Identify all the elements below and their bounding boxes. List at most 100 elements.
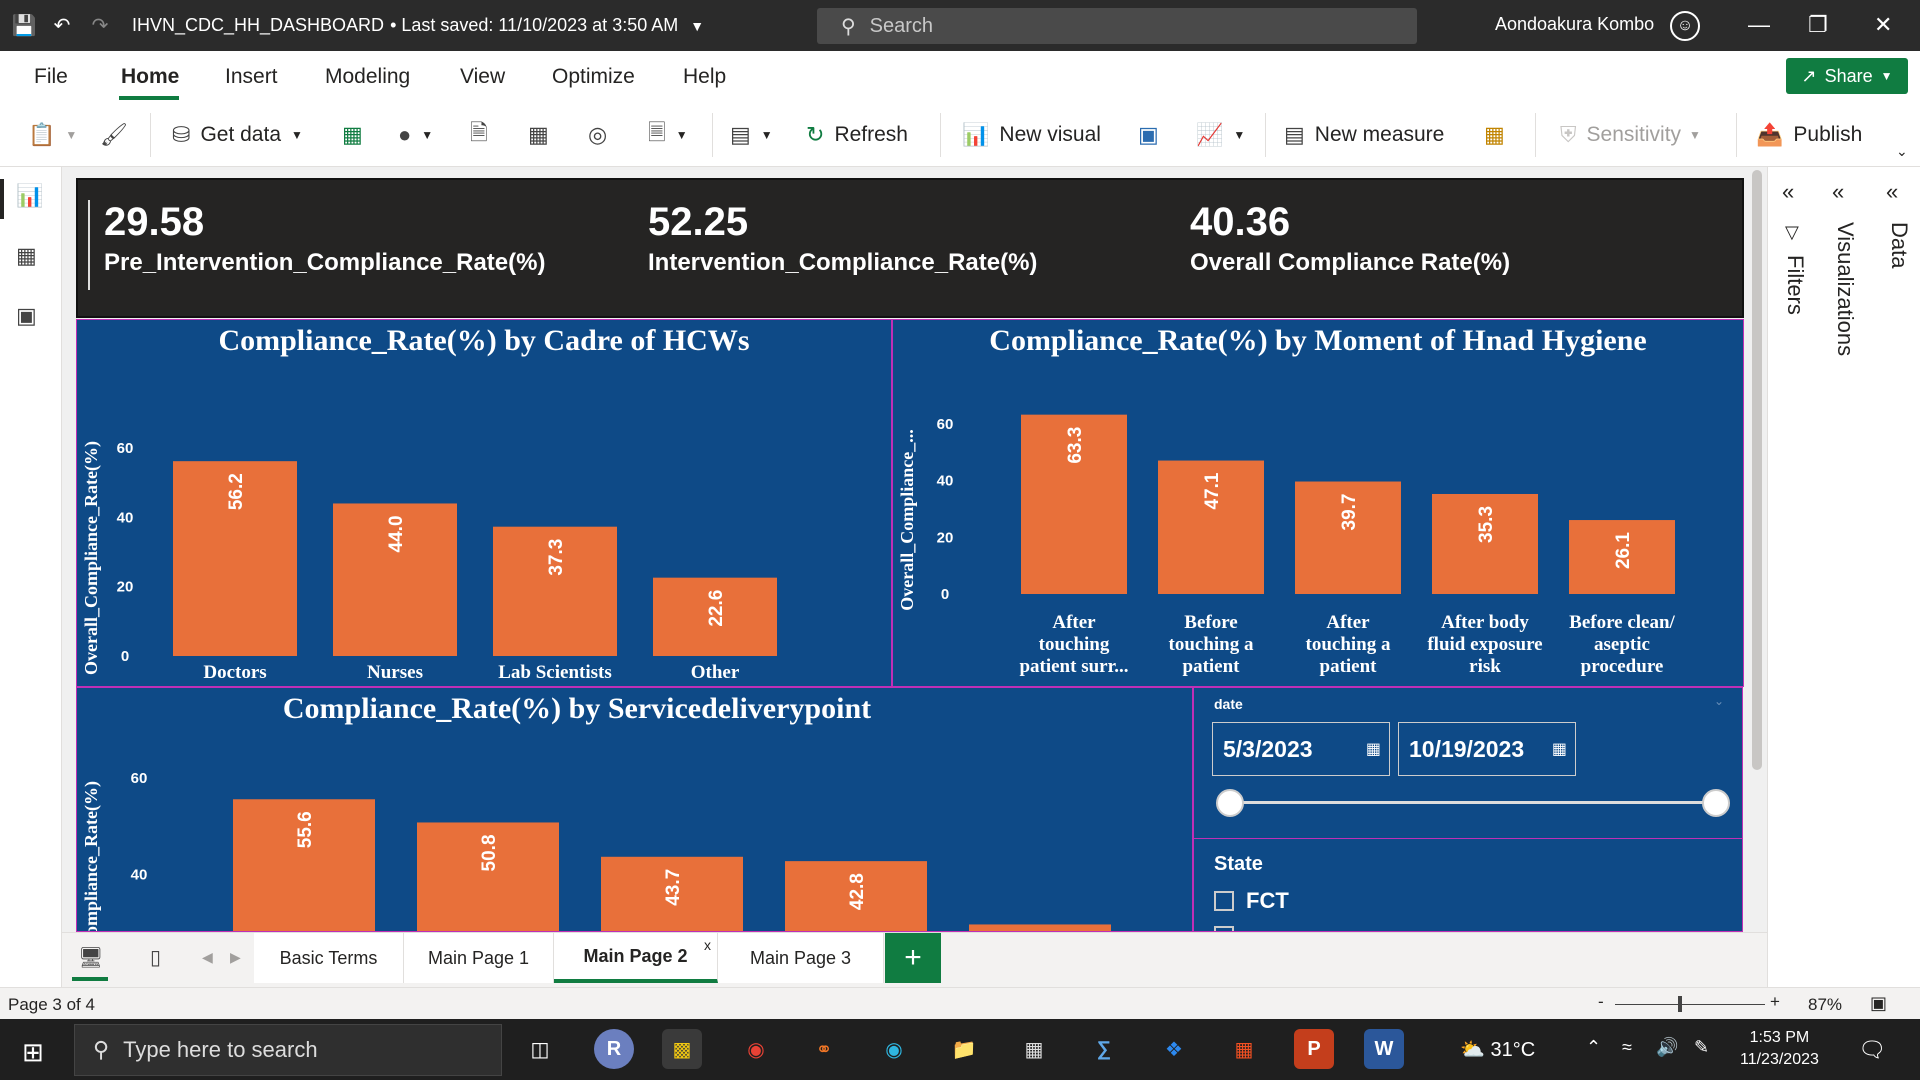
- enter-data-button[interactable]: ▦: [528, 119, 559, 151]
- calendar-icon[interactable]: ▦: [1366, 739, 1381, 759]
- chart-moment-panel[interactable]: Compliance_Rate(%) by Moment of Hnad Hyg…: [892, 319, 1744, 687]
- paste-button[interactable]: 📋 ▼: [28, 119, 77, 151]
- tab-main-page-2[interactable]: Main Page 2 x: [554, 933, 718, 983]
- windows-start-icon[interactable]: ⊞: [22, 1037, 44, 1068]
- refresh-button[interactable]: ↻ Refresh: [806, 119, 908, 151]
- word-icon[interactable]: W: [1364, 1029, 1404, 1069]
- chevron-down-icon[interactable]: ⌄: [1896, 143, 1908, 160]
- search-box[interactable]: ⚲ Search: [817, 8, 1417, 44]
- table-view-icon[interactable]: ▦: [16, 243, 37, 269]
- model-view-icon[interactable]: ▣: [16, 303, 37, 329]
- data-pane-tab[interactable]: Data: [1886, 222, 1912, 268]
- new-visual-button[interactable]: 📊 New visual: [962, 119, 1101, 151]
- redo-icon[interactable]: ↷: [86, 12, 114, 40]
- chart-cadre-panel[interactable]: Compliance_Rate(%) by Cadre of HCWs Over…: [76, 319, 892, 687]
- kpi-card-intervention[interactable]: 52.25 Intervention_Compliance_Rate(%): [648, 200, 1037, 277]
- pen-icon[interactable]: ✎: [1694, 1037, 1709, 1058]
- dataverse-button[interactable]: ◎: [588, 119, 617, 151]
- kpi-card-pre-intervention[interactable]: 29.58 Pre_Intervention_Compliance_Rate(%…: [104, 200, 545, 277]
- file-explorer-icon[interactable]: 📁: [944, 1029, 984, 1069]
- power-bi-icon[interactable]: ▩: [662, 1029, 702, 1069]
- clock[interactable]: 1:53 PM 11/23/2023: [1740, 1027, 1819, 1071]
- chevron-up-icon[interactable]: ⌃: [1586, 1037, 1601, 1058]
- start-date-input[interactable]: 5/3/2023 ▦: [1212, 722, 1390, 776]
- taskbar-search[interactable]: ⚲ Type here to search: [74, 1024, 502, 1076]
- calculator-app-icon[interactable]: ▦: [1014, 1029, 1054, 1069]
- checkbox[interactable]: [1214, 891, 1234, 911]
- date-range-end-handle[interactable]: [1702, 789, 1730, 817]
- new-measure-button[interactable]: ▤ New measure: [1284, 119, 1444, 151]
- visualizations-pane-tab[interactable]: Visualizations: [1832, 222, 1858, 356]
- r-app-icon[interactable]: R: [594, 1029, 634, 1069]
- publish-button[interactable]: 📤 Publish: [1756, 119, 1862, 151]
- text-box-button[interactable]: ▣: [1138, 119, 1169, 151]
- volume-icon[interactable]: 🔊: [1656, 1037, 1678, 1058]
- onelake-button[interactable]: ● ▼: [398, 119, 433, 151]
- transform-data-button[interactable]: ▤ ▼: [730, 119, 773, 151]
- restore-icon[interactable]: ❐: [1808, 12, 1828, 38]
- bar[interactable]: [969, 924, 1111, 932]
- dropbox-icon[interactable]: ❖: [1154, 1029, 1194, 1069]
- mobile-layout-icon[interactable]: ▯: [150, 945, 161, 970]
- calendar-icon[interactable]: ▦: [1552, 739, 1567, 759]
- office-store-icon[interactable]: ▦: [1224, 1029, 1264, 1069]
- quick-measure-button[interactable]: ▦: [1484, 119, 1515, 151]
- menu-file[interactable]: File: [34, 65, 68, 89]
- avatar[interactable]: ☺: [1670, 11, 1700, 41]
- chevron-down-icon[interactable]: ⌄: [1714, 694, 1724, 708]
- chevron-left-icon[interactable]: «: [1832, 179, 1844, 205]
- sensitivity-button[interactable]: ⛨ Sensitivity ▼: [1560, 119, 1701, 151]
- fit-to-page-icon[interactable]: ▣: [1870, 993, 1887, 1014]
- share-button[interactable]: ↗ Share ▼: [1786, 58, 1908, 94]
- end-date-input[interactable]: 10/19/2023 ▦: [1398, 722, 1576, 776]
- more-visuals-button[interactable]: 📈 ▼: [1196, 119, 1245, 151]
- recent-sources-button[interactable]: 🗏 ▼: [648, 119, 688, 151]
- edge-icon[interactable]: ◉: [874, 1029, 914, 1069]
- save-icon[interactable]: 💾: [10, 12, 38, 40]
- chevron-left-icon[interactable]: «: [1886, 179, 1898, 205]
- date-range-track[interactable]: [1234, 801, 1716, 804]
- chart-servicedeliverypoint-panel[interactable]: Compliance_Rate(%) by Servicedeliverypoi…: [76, 687, 1193, 932]
- report-view-icon[interactable]: 📊: [16, 183, 43, 209]
- close-tab-icon[interactable]: x: [704, 937, 711, 953]
- powerpoint-icon[interactable]: P: [1294, 1029, 1334, 1069]
- chrome-icon[interactable]: ◉: [736, 1029, 776, 1069]
- menu-help[interactable]: Help: [683, 65, 726, 89]
- sigma-app-icon[interactable]: ∑: [1084, 1029, 1124, 1069]
- wifi-icon[interactable]: ≈: [1622, 1037, 1632, 1058]
- tab-main-page-3[interactable]: Main Page 3: [718, 933, 884, 983]
- menu-home[interactable]: Home: [121, 65, 179, 89]
- task-view-icon[interactable]: ◫: [520, 1029, 560, 1069]
- weather-widget[interactable]: ⛅ 31°C: [1460, 1037, 1535, 1062]
- chevron-left-icon[interactable]: ◀: [202, 949, 213, 966]
- notifications-icon[interactable]: 🗨: [1858, 1037, 1886, 1063]
- close-icon[interactable]: ✕: [1874, 12, 1892, 38]
- menu-optimize[interactable]: Optimize: [552, 65, 635, 89]
- jupyter-icon[interactable]: ⚭: [804, 1029, 844, 1069]
- zoom-slider-handle[interactable]: [1678, 996, 1682, 1012]
- add-page-button[interactable]: +: [885, 933, 941, 983]
- state-option-fct[interactable]: FCT: [1214, 888, 1289, 914]
- undo-icon[interactable]: ↶: [48, 12, 76, 40]
- menu-view[interactable]: View: [460, 65, 505, 89]
- excel-button[interactable]: ▦: [342, 119, 373, 151]
- canvas-scrollbar[interactable]: [1752, 170, 1762, 770]
- tab-main-page-1[interactable]: Main Page 1: [404, 933, 554, 983]
- filters-pane-tab[interactable]: Filters: [1782, 255, 1808, 315]
- chevron-right-icon[interactable]: ▶: [230, 949, 241, 966]
- tab-basic-terms[interactable]: Basic Terms: [254, 933, 404, 983]
- sql-button[interactable]: 🗎: [470, 119, 498, 151]
- format-painter-button[interactable]: 🖌: [100, 119, 138, 151]
- chevron-down-icon[interactable]: ▼: [690, 18, 704, 34]
- desktop-layout-icon[interactable]: 🖥: [78, 945, 103, 970]
- chevron-left-icon[interactable]: «: [1782, 179, 1794, 205]
- zoom-slider-track[interactable]: [1615, 1004, 1765, 1005]
- menu-modeling[interactable]: Modeling: [325, 65, 410, 89]
- kpi-card-overall[interactable]: 40.36 Overall Compliance Rate(%): [1190, 200, 1510, 277]
- get-data-button[interactable]: ⛁ Get data ▼: [172, 119, 303, 151]
- minimize-icon[interactable]: —: [1748, 12, 1770, 38]
- zoom-out-button[interactable]: -: [1598, 992, 1604, 1012]
- date-range-start-handle[interactable]: [1216, 789, 1244, 817]
- menu-insert[interactable]: Insert: [225, 65, 278, 89]
- zoom-in-button[interactable]: +: [1770, 992, 1780, 1012]
